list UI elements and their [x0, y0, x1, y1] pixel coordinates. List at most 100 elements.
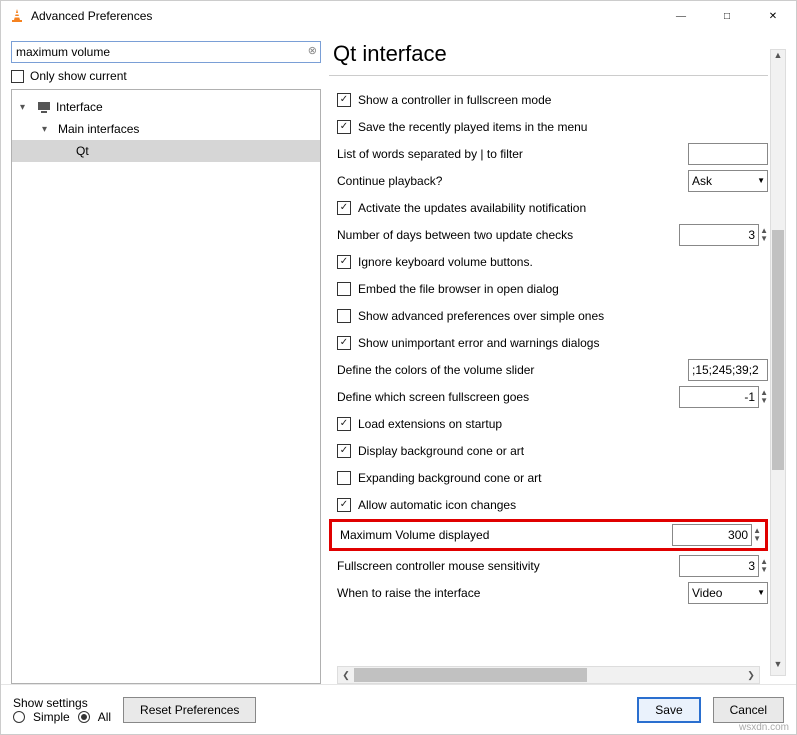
page-heading: Qt interface	[329, 41, 768, 71]
setting-label: When to raise the interface	[337, 586, 688, 600]
only-show-checkbox[interactable]	[11, 70, 24, 83]
preferences-tree[interactable]: ▾ Interface ▾ Main interfaces Qt	[11, 89, 321, 684]
spinner-icon[interactable]: ▲▼	[760, 558, 768, 574]
vlc-icon	[9, 8, 25, 24]
setting-row: Ignore keyboard volume buttons.	[329, 248, 768, 275]
checkbox[interactable]	[337, 471, 351, 485]
setting-label: Define which screen fullscreen goes	[337, 390, 679, 404]
only-show-current[interactable]: Only show current	[11, 63, 321, 89]
divider	[329, 75, 768, 76]
spinner-icon[interactable]: ▲▼	[753, 527, 761, 543]
setting-label: Number of days between two update checks	[337, 228, 679, 242]
save-button[interactable]: Save	[637, 697, 700, 723]
setting-row: Display background cone or art	[329, 437, 768, 464]
window-title: Advanced Preferences	[31, 9, 152, 23]
search-box[interactable]: ⊗	[11, 41, 321, 63]
number-input[interactable]	[679, 224, 759, 246]
setting-row: Define the colors of the volume slider	[329, 356, 768, 383]
scroll-left-icon[interactable]: ❮	[338, 670, 354, 681]
setting-row: Show advanced preferences over simple on…	[329, 302, 768, 329]
setting-label: Allow automatic icon changes	[358, 498, 768, 512]
setting-row: Continue playback?Ask▼	[329, 167, 768, 194]
setting-row: Load extensions on startup	[329, 410, 768, 437]
expand-icon[interactable]: ▾	[42, 124, 54, 135]
checkbox[interactable]	[337, 309, 351, 323]
radio-simple[interactable]	[13, 711, 25, 723]
setting-row: Maximum Volume displayed ▲▼	[329, 519, 768, 551]
setting-label: Show unimportant error and warnings dial…	[358, 336, 768, 350]
radio-all[interactable]	[78, 711, 90, 723]
checkbox[interactable]	[337, 201, 351, 215]
setting-row: Allow automatic icon changes	[329, 491, 768, 518]
checkbox[interactable]	[337, 120, 351, 134]
close-button[interactable]: ✕	[750, 1, 796, 31]
setting-label: List of words separated by | to filter	[337, 147, 688, 161]
checkbox[interactable]	[337, 282, 351, 296]
checkbox[interactable]	[337, 444, 351, 458]
setting-row: List of words separated by | to filter	[329, 140, 768, 167]
setting-row: Number of days between two update checks…	[329, 221, 768, 248]
show-settings-label: Show settings	[13, 696, 111, 710]
setting-label: Fullscreen controller mouse sensitivity	[337, 559, 679, 573]
horizontal-scrollbar[interactable]: ❮ ❯	[337, 666, 760, 684]
dropdown[interactable]: Ask▼	[688, 170, 768, 192]
setting-label: Maximum Volume displayed	[340, 528, 672, 542]
expand-icon[interactable]: ▾	[20, 102, 32, 113]
setting-label: Show advanced preferences over simple on…	[358, 309, 768, 323]
checkbox[interactable]	[337, 255, 351, 269]
setting-row: Show a controller in fullscreen mode	[329, 86, 768, 113]
number-input[interactable]	[679, 555, 759, 577]
setting-row: Activate the updates availability notifi…	[329, 194, 768, 221]
setting-label: Display background cone or art	[358, 444, 768, 458]
checkbox[interactable]	[337, 417, 351, 431]
setting-label: Expanding background cone or art	[358, 471, 768, 485]
setting-row: Show unimportant error and warnings dial…	[329, 329, 768, 356]
tree-item-qt[interactable]: Qt	[12, 140, 320, 162]
setting-label: Show a controller in fullscreen mode	[358, 93, 768, 107]
interface-icon	[36, 99, 52, 115]
reset-preferences-button[interactable]: Reset Preferences	[123, 697, 256, 723]
minimize-button[interactable]: —	[658, 1, 704, 31]
v-scroll-thumb[interactable]	[772, 230, 784, 470]
only-show-label: Only show current	[30, 69, 127, 83]
spinner-icon[interactable]: ▲▼	[760, 227, 768, 243]
setting-row: Embed the file browser in open dialog	[329, 275, 768, 302]
setting-label: Continue playback?	[337, 174, 688, 188]
tree-item-main-interfaces[interactable]: ▾ Main interfaces	[12, 118, 320, 140]
setting-label: Activate the updates availability notifi…	[358, 201, 768, 215]
setting-row: When to raise the interfaceVideo▼	[329, 579, 768, 606]
search-input[interactable]	[11, 41, 321, 63]
number-input[interactable]	[679, 386, 759, 408]
checkbox[interactable]	[337, 336, 351, 350]
text-input[interactable]	[688, 359, 768, 381]
setting-label: Embed the file browser in open dialog	[358, 282, 768, 296]
chevron-down-icon: ▼	[757, 588, 765, 597]
text-input[interactable]	[688, 143, 768, 165]
title-bar: Advanced Preferences — □ ✕	[1, 1, 796, 31]
number-input[interactable]	[672, 524, 752, 546]
setting-row: Fullscreen controller mouse sensitivity ▲…	[329, 552, 768, 579]
setting-label: Define the colors of the volume slider	[337, 363, 688, 377]
setting-label: Load extensions on startup	[358, 417, 768, 431]
chevron-down-icon: ▼	[757, 176, 765, 185]
settings-panel: Show a controller in fullscreen mode Save…	[329, 86, 768, 662]
scroll-right-icon[interactable]: ❯	[743, 670, 759, 681]
setting-row: Define which screen fullscreen goes ▲▼	[329, 383, 768, 410]
watermark: wsxdn.com	[739, 722, 789, 733]
checkbox[interactable]	[337, 498, 351, 512]
setting-row: Save the recently played items in the me…	[329, 113, 768, 140]
checkbox[interactable]	[337, 93, 351, 107]
cancel-button[interactable]: Cancel	[713, 697, 784, 723]
radio-all-label: All	[98, 710, 111, 724]
spinner-icon[interactable]: ▲▼	[760, 389, 768, 405]
footer: Show settings Simple All Reset Preferenc…	[1, 684, 796, 734]
vertical-scrollbar[interactable]: ▲ ▼	[770, 49, 786, 676]
radio-simple-label: Simple	[33, 710, 70, 724]
maximize-button[interactable]: □	[704, 1, 750, 31]
h-scroll-thumb[interactable]	[354, 668, 587, 682]
dropdown[interactable]: Video▼	[688, 582, 768, 604]
scroll-up-icon[interactable]: ▲	[771, 50, 785, 66]
tree-item-interface[interactable]: ▾ Interface	[12, 96, 320, 118]
clear-search-icon[interactable]: ⊗	[308, 44, 317, 57]
scroll-down-icon[interactable]: ▼	[771, 659, 785, 675]
